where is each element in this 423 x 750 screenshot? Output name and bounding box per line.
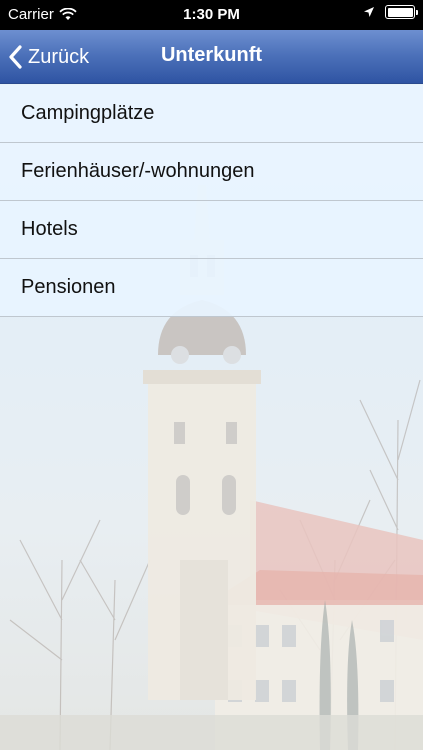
list-item-label: Campingplätze (21, 102, 155, 124)
status-time: 1:30 PM (183, 6, 240, 23)
navigation-bar: Zurück Unterkunft (0, 30, 423, 84)
battery-icon (385, 5, 418, 19)
page-title: Unterkunft (160, 44, 263, 66)
status-bar: Carrier 1:30 PM (0, 0, 423, 30)
list-item-ferienhaeuser[interactable]: Ferienhäuser/-wohnungen (0, 143, 423, 201)
status-right-icons (363, 5, 418, 19)
list-item-campingplaetze[interactable]: Campingplätze (0, 85, 423, 143)
location-arrow-icon (364, 7, 374, 17)
list-item-label: Pensionen (21, 276, 116, 298)
list-item-pensionen[interactable]: Pensionen (0, 259, 423, 317)
accommodation-list: Campingplätze Ferienhäuser/-wohnungen Ho… (0, 85, 423, 317)
list-item-hotels[interactable]: Hotels (0, 201, 423, 259)
list-item-label: Hotels (21, 218, 78, 240)
list-item-label: Ferienhäuser/-wohnungen (21, 160, 255, 182)
